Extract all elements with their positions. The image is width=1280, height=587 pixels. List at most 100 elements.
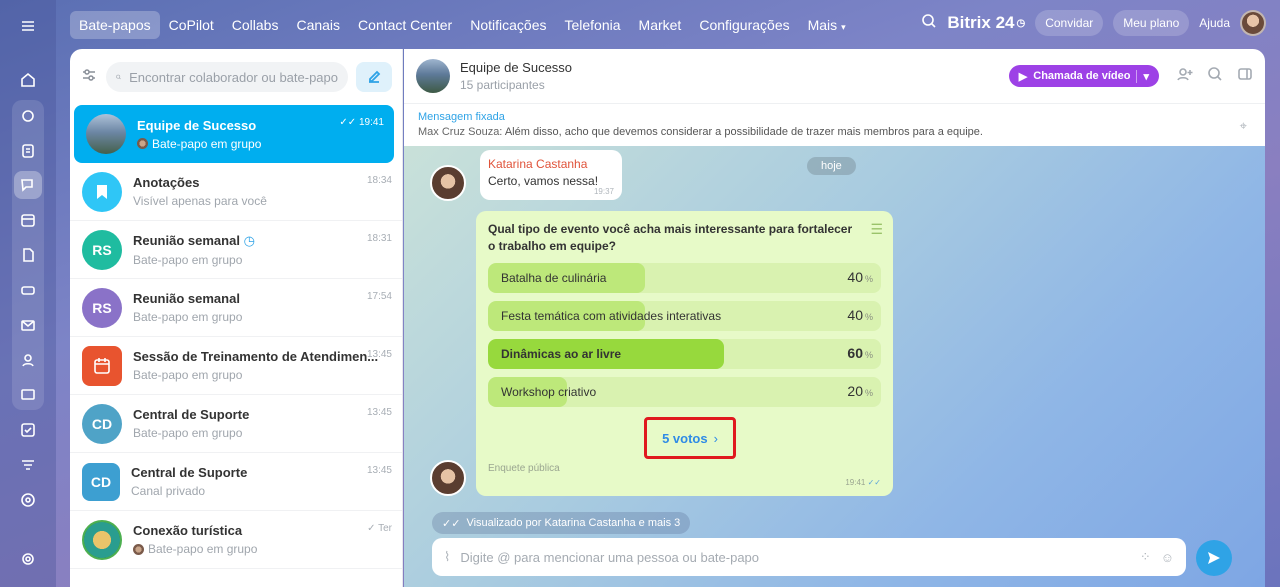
seen-indicator[interactable]: ✓✓ Visualizado por Katarina Castanha e m… [432,512,691,534]
chat-time: 13:45 [366,465,392,476]
sidebar-toggle-icon[interactable] [1237,66,1253,87]
chat-name: Conexão turística [133,523,243,538]
chat-avatar: RS [82,287,122,328]
pinned-title: Mensagem fixada [418,111,505,123]
poll-option[interactable]: Batalha de culinária 40% [488,263,881,293]
chevron-right-icon: › [713,430,718,446]
search-icon[interactable] [1207,66,1223,87]
search-icon[interactable] [921,13,937,34]
nav-configuracoes[interactable]: Configurações [690,11,798,39]
settings-icon[interactable] [14,545,42,573]
nav-telefonia[interactable]: Telefonia [555,11,629,39]
pinned-message[interactable]: Mensagem fixada Max Cruz Souza: Além dis… [404,103,1265,146]
contacts-icon[interactable] [14,346,42,374]
poll-option-label: Workshop criativo [501,385,597,399]
double-check-icon: ✓✓ [867,478,881,487]
poll-option[interactable]: Workshop criativo 20% [488,377,881,407]
brand-logo: Bitrix 24 ◷ [947,13,1025,33]
help-link[interactable]: Ajuda [1199,16,1230,30]
drive-icon[interactable] [14,276,42,304]
percent-sign: % [864,350,873,360]
pinned-author: Max Cruz Souza: [418,126,503,138]
nav-market[interactable]: Market [630,11,691,39]
percent-sign: % [864,312,873,322]
video-call-button[interactable]: ▶ Chamada de vídeo ▾ [1008,65,1159,87]
chat-item[interactable]: RS Reunião semanal ◷ Bate-papo em grupo … [70,221,402,279]
chat-subtitle: Bate-papo em grupo [148,542,258,556]
seen-text: Visualizado por Katarina Castanha e mais… [466,517,681,529]
mail-icon[interactable] [14,311,42,339]
checklist-icon[interactable] [14,416,42,444]
nav-collabs[interactable]: Collabs [223,11,288,39]
invite-button[interactable]: Convidar [1035,10,1104,36]
chat-subtitle: Bate-papo em grupo [133,368,243,382]
nav-contact-center[interactable]: Contact Center [349,11,461,39]
poll-option-value: 40 [847,269,863,285]
avatar-mini [133,543,144,555]
chat-item[interactable]: Anotações Visível apenas para você 18:34 [70,163,402,221]
menu-icon[interactable] [14,12,42,40]
timer-icon: ◷ [243,232,255,248]
new-chat-button[interactable] [356,62,392,92]
chat-time: 18:31 [366,233,392,244]
chat-item[interactable]: Conexão turística Bate-papo em grupo ✓ T… [70,511,402,569]
user-avatar[interactable] [1240,10,1266,36]
message-author[interactable]: Katarina Castanha [488,157,614,171]
votes-button[interactable]: 5 votos › [644,417,736,459]
poll-option[interactable]: Dinâmicas ao ar livre 60% [488,339,881,369]
chat-avatar: CD [82,403,122,444]
send-icon [1208,552,1220,564]
search-input[interactable]: Encontrar colaborador ou bate-papo [106,62,348,92]
votes-label: 5 votos [662,430,708,446]
poll-option-label: Festa temática com atividades interativa… [501,309,722,323]
chat-icon[interactable] [14,171,42,199]
document-icon[interactable] [14,241,42,269]
author-avatar[interactable] [430,165,466,201]
left-rail [0,0,56,587]
nav-notificacoes[interactable]: Notificações [461,11,555,39]
poll-option[interactable]: Festa temática com atividades interativa… [488,301,881,331]
pin-icon[interactable]: ⌖ [1240,118,1247,134]
poll-option-percent: 20% [847,383,873,399]
board-icon[interactable] [14,381,42,409]
feed-icon[interactable] [14,102,42,130]
chat-avatar[interactable] [416,59,450,93]
filter-icon[interactable] [14,451,42,479]
nav-canais[interactable]: Canais [287,11,349,39]
send-button[interactable] [1196,540,1232,576]
calendar-icon[interactable] [14,206,42,234]
nav-bate-papos[interactable]: Bate-papos [70,11,160,39]
target-icon[interactable] [14,486,42,514]
my-plan-button[interactable]: Meu plano [1113,10,1190,36]
emoji-icon[interactable]: ☺ [1161,550,1174,565]
nav-copilot[interactable]: CoPilot [160,11,223,39]
chevron-down-icon[interactable]: ▾ [1136,69,1149,83]
message-input[interactable]: ⌇ Digite @ para mencionar uma pessoa ou … [432,538,1186,576]
chat-avatar [82,519,122,560]
chat-item[interactable]: RS Reunião semanal Bate-papo em grupo 17… [70,279,402,337]
attach-icon[interactable]: ⌇ [444,549,450,565]
poll-card: ☰ Qual tipo de evento você acha mais int… [476,211,893,496]
chat-avatar: RS [82,229,122,270]
chat-item[interactable]: Sessão de Treinamento de Atendimen... Ba… [70,337,402,395]
poll-menu-icon[interactable]: ☰ [870,221,883,238]
message-area: hoje Katarina Castanha Certo, vamos ness… [404,146,1265,587]
poll-option-value: 60 [847,345,863,361]
tasks-icon[interactable] [14,137,42,165]
chat-item[interactable]: CD Central de Suporte Canal privado 13:4… [70,453,402,511]
chat-avatar [86,114,126,154]
home-icon[interactable] [14,66,42,94]
nav-mais[interactable]: Mais ▾ [799,11,855,39]
chat-item[interactable]: Equipe de Sucesso Bate-papo em grupo ✓✓ … [74,105,394,163]
chat-time: 17:54 [366,291,392,302]
participants-count[interactable]: 15 participantes [460,78,572,92]
apps-icon[interactable]: ⁘ [1140,549,1151,565]
chat-item[interactable]: CD Central de Suporte Bate-papo em grupo… [70,395,402,453]
author-avatar[interactable] [430,460,466,496]
poll-options: Batalha de culinária 40% Festa temática co… [488,263,881,407]
chat-subtitle: Visível apenas para você [133,194,267,208]
calendar-icon [82,345,122,386]
filter-settings-icon[interactable] [80,66,98,89]
page-title[interactable]: Equipe de Sucesso [460,60,572,75]
add-user-icon[interactable] [1177,66,1193,87]
